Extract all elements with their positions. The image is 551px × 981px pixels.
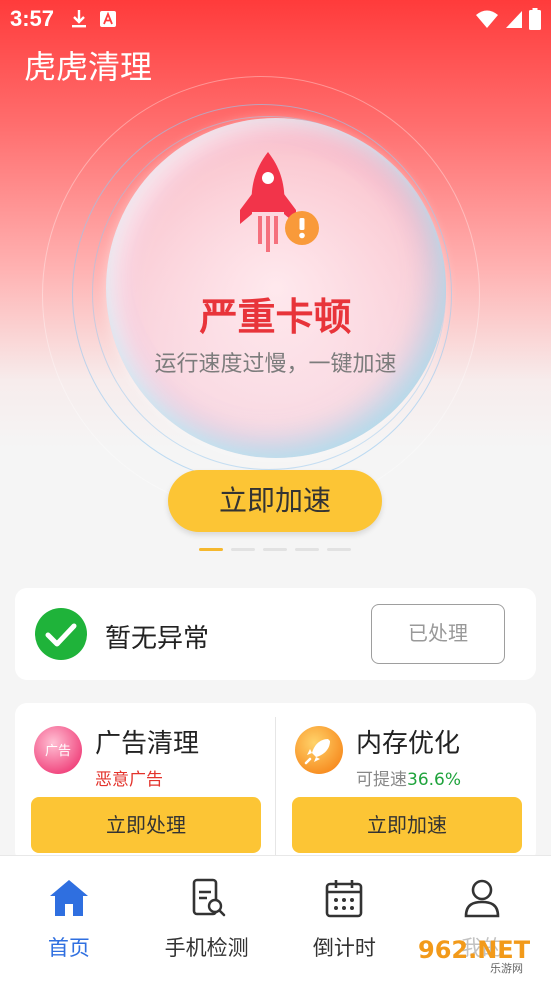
rocket-icon [295,726,343,774]
ad-clean-button[interactable]: 立即处理 [31,797,261,853]
speed-up-prefix: 可提速 [356,770,407,790]
check-circle-icon [35,608,87,660]
rocket-warning-icon [240,152,319,252]
memory-optimize-tool: 内存优化 可提速36.6% 立即加速 [276,703,536,863]
wifi-icon [476,10,498,28]
page-dot [231,548,255,551]
speed-up-percent: 36.6% [407,770,462,790]
status-card-text: 暂无异常 [105,624,210,654]
page-dot [295,548,319,551]
a-notification-icon [100,11,117,27]
ad-icon: 广告 [34,726,82,774]
nav-label-phone-check: 手机检测 [164,936,249,960]
watermark-text: 962.NET [418,936,531,964]
speed-up-button[interactable]: 立即加速 [168,470,382,532]
nav-label-countdown: 倒计时 [312,936,376,960]
page-dot [263,548,287,551]
download-icon [72,10,87,28]
home-icon [49,880,88,916]
calendar-icon [326,880,363,918]
site-watermark: 962.NET 乐游网 [412,930,546,974]
tools-card: 广告 广告清理 恶意广告 立即处理 内存优化 可提速36.6% 立即加速 [15,703,536,863]
app-title: 虎虎清理 [24,48,153,86]
memory-optimize-title: 内存优化 [356,729,461,759]
status-bar: 3:57 [0,0,551,38]
user-icon [464,879,500,918]
phone-scan-icon [192,878,225,917]
memory-optimize-button[interactable]: 立即加速 [292,797,522,853]
nav-item-phone-check[interactable]: 手机检测 [138,856,276,981]
status-card: 暂无异常 已处理 [15,588,536,680]
handled-button[interactable]: 已处理 [371,604,505,664]
status-heading: 严重卡顿 [199,295,352,339]
page-dot-active [199,548,223,551]
status-subtitle: 运行速度过慢，一键加速 [154,352,397,377]
battery-icon [529,8,541,30]
ad-clean-title: 广告清理 [95,729,200,759]
page-dot [327,548,351,551]
page-indicator [199,548,351,551]
ad-icon-text: 广告 [45,744,71,759]
ad-clean-subtitle: 恶意广告 [95,770,163,790]
memory-optimize-subtitle: 可提速36.6% [356,765,461,790]
nav-label-home: 首页 [47,936,90,960]
signal-icon [506,11,522,28]
nav-item-countdown[interactable]: 倒计时 [276,856,414,981]
ad-clean-tool: 广告 广告清理 恶意广告 立即处理 [15,703,275,863]
status-time: 3:57 [10,6,55,31]
watermark-sub: 乐游网 [490,962,523,974]
nav-item-home[interactable]: 首页 [0,856,138,981]
